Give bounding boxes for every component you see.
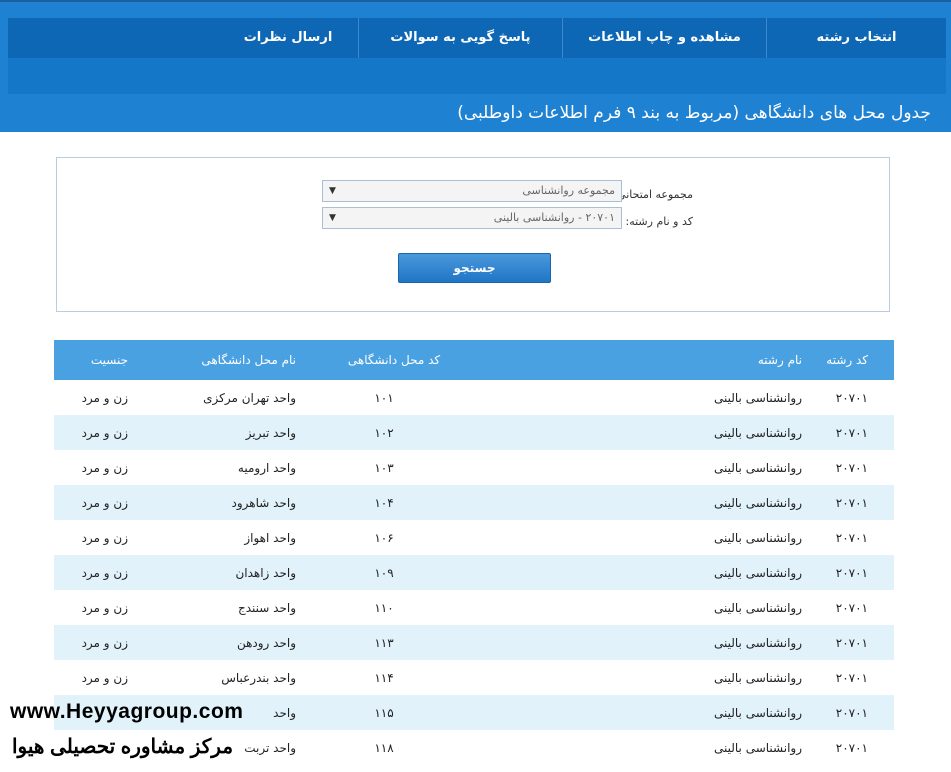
cell-uni-code: ۱۱۳ [374,635,394,650]
cell-uni-name: واحد شاهرود [231,495,296,510]
page-title: جدول محل های دانشگاهی (مربوط به بند ۹ فر… [457,103,931,123]
cell-gender: زن و مرد [81,670,128,685]
cell-uni-name: واحد زاهدان [235,565,296,580]
cell-name: روانشناسی بالینی [713,635,802,650]
cell-gender: زن و مرد [81,635,128,650]
cell-name: روانشناسی بالینی [713,530,802,545]
cell-name: روانشناسی بالینی [713,565,802,580]
header-gender: جنسیت [90,353,128,367]
cell-gender: زن و مرد [81,460,128,475]
cell-gender: زن و مرد [81,600,128,615]
header-uni-name: نام محل دانشگاهی [201,353,296,367]
table-row: ۲۰۷۰۱ روانشناسی بالینی ۱۰۳ واحد ارومیه ز… [54,450,894,485]
cell-code: ۲۰۷۰۱ [835,600,868,615]
cell-code: ۲۰۷۰۱ [835,495,868,510]
top-edge-line [0,0,951,2]
cell-uni-code: ۱۰۱ [374,390,394,405]
cell-name: روانشناسی بالینی [713,705,802,720]
cell-uni-code: ۱۰۳ [374,460,394,475]
header-code: کد رشته [826,353,868,367]
cell-gender: زن و مرد [81,495,128,510]
major-code-label: کد و نام رشته: [625,215,694,228]
cell-gender: زن و مرد [81,565,128,580]
cell-uni-name: واحد رودهن [236,635,296,650]
watermark-url: www.Heyyagroup.com [10,700,244,723]
cell-code: ۲۰۷۰۱ [835,565,868,580]
table-row: ۲۰۷۰۱ روانشناسی بالینی ۱۰۲ واحد تبریز زن… [54,415,894,450]
major-code-select[interactable]: ۲۰۷۰۱ - روانشناسی بالینی ▼ [322,207,622,229]
cell-uni-name: واحد بندرعباس [221,670,296,685]
cell-code: ۲۰۷۰۱ [835,670,868,685]
cell-uni-name: واحد ارومیه [237,460,296,475]
nav-item-view-print[interactable]: مشاهده و چاپ اطلاعات [562,18,766,58]
nav-item-faq[interactable]: پاسخ گویی به سوالات [358,18,562,58]
cell-uni-code: ۱۰۶ [374,530,394,545]
cell-code: ۲۰۷۰۱ [835,740,868,755]
cell-name: روانشناسی بالینی [713,425,802,440]
cell-name: روانشناسی بالینی [713,670,802,685]
header-uni-code: کد محل دانشگاهی [347,353,441,367]
table-row: ۲۰۷۰۱ روانشناسی بالینی ۱۰۱ واحد تهران مر… [54,380,894,415]
top-banner: انتخاب رشته مشاهده و چاپ اطلاعات پاسخ گو… [0,0,951,132]
search-button[interactable]: جستجو [398,253,551,283]
cell-uni-name: واحد تبریز [245,425,296,440]
filter-panel: مجموعه امتحانی: مجموعه روانشناسی ▼ کد و … [56,157,890,312]
cell-name: روانشناسی بالینی [713,740,802,755]
major-code-value: ۲۰۷۰۱ - روانشناسی بالینی [493,211,615,224]
cell-name: روانشناسی بالینی [713,495,802,510]
cell-uni-name: واحد اهواز [244,530,296,545]
chevron-down-icon: ▼ [329,213,336,223]
cell-uni-name: واحد سنندج [237,600,296,615]
cell-gender: زن و مرد [81,390,128,405]
table-header: کد رشته نام رشته کد محل دانشگاهی نام محل… [54,340,894,380]
exam-group-label: مجموعه امتحانی: [613,188,693,201]
cell-code: ۲۰۷۰۱ [835,460,868,475]
cell-uni-name: واحد تهران مرکزی [203,390,296,405]
cell-name: روانشناسی بالینی [713,600,802,615]
cell-code: ۲۰۷۰۱ [835,705,868,720]
cell-uni-code: ۱۱۵ [374,705,394,720]
cell-code: ۲۰۷۰۱ [835,425,868,440]
table-row: ۲۰۷۰۱ روانشناسی بالینی ۱۰۹ واحد زاهدان ز… [54,555,894,590]
cell-uni-code: ۱۰۲ [374,425,394,440]
cell-code: ۲۰۷۰۱ [835,530,868,545]
cell-uni-name: واحد تربت [244,740,296,755]
chevron-down-icon: ▼ [329,186,336,196]
cell-code: ۲۰۷۰۱ [835,390,868,405]
cell-uni-code: ۱۱۸ [374,740,394,755]
table-row: ۲۰۷۰۱ روانشناسی بالینی ۱۱۴ واحد بندرعباس… [54,660,894,695]
cell-name: روانشناسی بالینی [713,460,802,475]
cell-uni-code: ۱۱۰ [374,600,394,615]
nav-item-select-major[interactable]: انتخاب رشته [766,18,946,58]
table-row: ۲۰۷۰۱ روانشناسی بالینی ۱۰۴ واحد شاهرود ز… [54,485,894,520]
exam-group-value: مجموعه روانشناسی [522,184,615,197]
cell-uni-name: واحد [273,705,296,720]
main-content: مجموعه امتحانی: مجموعه روانشناسی ▼ کد و … [8,132,946,772]
nav-item-send-feedback[interactable]: ارسال نظرات [218,18,358,58]
cell-gender: زن و مرد [81,425,128,440]
cell-code: ۲۰۷۰۱ [835,635,868,650]
exam-group-select[interactable]: مجموعه روانشناسی ▼ [322,180,622,202]
cell-gender: زن و مرد [81,530,128,545]
cell-uni-code: ۱۰۴ [374,495,394,510]
cell-uni-code: ۱۰۹ [374,565,394,580]
watermark-name: مرکز مشاوره تحصیلی هیوا [12,736,234,758]
table-row: ۲۰۷۰۱ روانشناسی بالینی ۱۰۶ واحد اهواز زن… [54,520,894,555]
table-row: ۲۰۷۰۱ روانشناسی بالینی ۱۱۳ واحد رودهن زن… [54,625,894,660]
cell-uni-code: ۱۱۴ [374,670,394,685]
main-nav: انتخاب رشته مشاهده و چاپ اطلاعات پاسخ گو… [8,18,946,58]
cell-name: روانشناسی بالینی [713,390,802,405]
table-row: ۲۰۷۰۱ روانشناسی بالینی ۱۱۰ واحد سنندج زن… [54,590,894,625]
nav-sub-stripe [8,58,946,94]
header-name: نام رشته [757,353,802,367]
